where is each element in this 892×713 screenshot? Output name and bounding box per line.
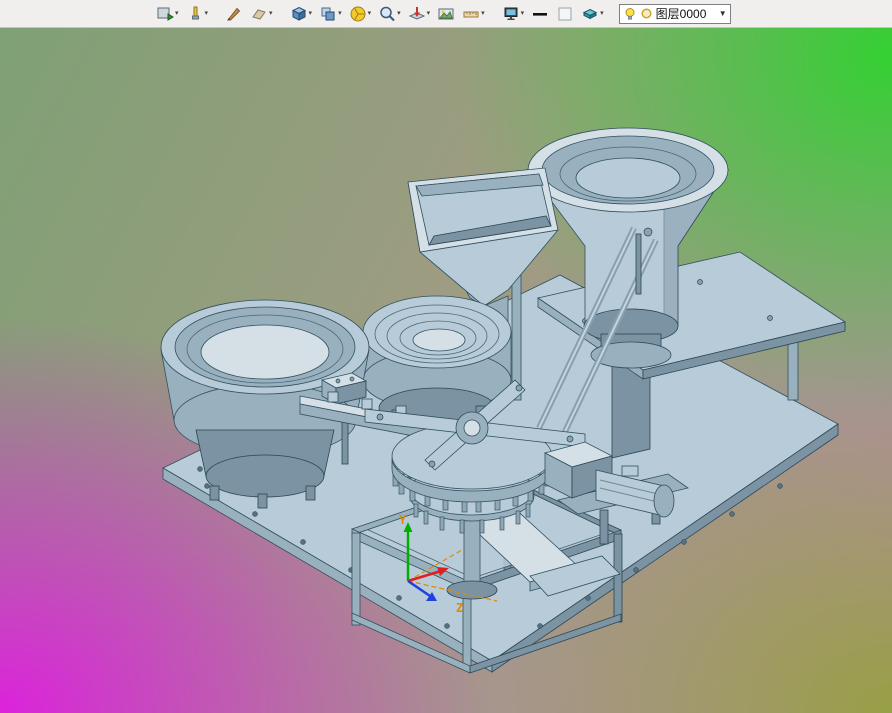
model-viewport[interactable]: Y Z: [0, 28, 892, 713]
shaded-cube-icon: [583, 8, 598, 19]
display-style-button[interactable]: ▾: [317, 3, 344, 25]
layer-color-icon: [641, 8, 652, 19]
assembly-machine-model[interactable]: Y Z: [0, 28, 892, 713]
blank-frame-icon: [558, 7, 572, 20]
dropdown-arrow-icon: ▾: [175, 10, 179, 17]
dropdown-arrow-icon: ▾: [520, 10, 525, 17]
light-settings-button[interactable]: ▾: [184, 3, 211, 25]
scene-background-button[interactable]: [435, 3, 457, 25]
thick-line-icon: [533, 12, 548, 16]
magnifier-icon: [380, 6, 395, 21]
light-settings-icon: [191, 6, 199, 19]
pencil-icon: [227, 7, 241, 20]
layer-visibility-bulb-icon: [625, 7, 635, 19]
section-view-button[interactable]: ▾: [406, 3, 433, 25]
layer-dropdown-arrow-icon[interactable]: ▼: [717, 9, 727, 18]
display-style-icon: [321, 7, 335, 20]
ruler-grid-icon: [463, 11, 479, 17]
y-axis-label: Y: [399, 513, 407, 527]
view-orientation-button[interactable]: ▾: [288, 3, 315, 25]
screen-display-button[interactable]: ▾: [500, 3, 527, 25]
layer-selector[interactable]: 图层0000 ▼: [618, 3, 731, 24]
render-appearance-button[interactable]: ▾: [347, 3, 374, 25]
toolbar-separator: [278, 13, 285, 14]
dropdown-arrow-icon: ▾: [426, 10, 431, 17]
section-arrow-icon: [408, 6, 425, 20]
material-swatch-button[interactable]: ▾: [248, 3, 275, 25]
dropdown-arrow-icon: ▾: [481, 10, 485, 17]
cad-window: ▾ ▾ ▾ ▾ ▾ ▾ ▾ ▾ ▾ ▾ ▾ 图层0000 ▼ Y Z: [0, 0, 892, 713]
shaded-display-button[interactable]: ▾: [579, 3, 606, 25]
view-cube-icon: [291, 6, 306, 21]
z-axis-label: Z: [456, 601, 463, 615]
blank-frame-button[interactable]: [554, 3, 576, 25]
dropdown-arrow-icon: ▾: [308, 10, 313, 17]
material-swatch-icon: [252, 8, 266, 20]
dropdown-arrow-icon: ▾: [600, 10, 604, 17]
edit-appearance-button[interactable]: [223, 3, 245, 25]
dropdown-arrow-icon: ▾: [338, 10, 342, 17]
toolbar-separator: [213, 13, 220, 14]
dropdown-arrow-icon: ▾: [367, 10, 372, 17]
scene-image-icon: [438, 8, 454, 19]
line-weight-button[interactable]: [529, 3, 551, 25]
pie-sphere-icon: [350, 6, 366, 21]
monitor-icon: [504, 7, 518, 20]
grid-settings-button[interactable]: ▾: [460, 3, 487, 25]
zoom-tools-button[interactable]: ▾: [376, 3, 403, 25]
capture-output-icon: [157, 7, 174, 21]
dropdown-arrow-icon: ▾: [269, 10, 273, 17]
capture-output-button[interactable]: ▾: [154, 3, 181, 25]
dropdown-arrow-icon: ▾: [397, 10, 401, 17]
view-toolbar: ▾ ▾ ▾ ▾ ▾ ▾ ▾ ▾ ▾ ▾ ▾ 图层0000 ▼: [0, 0, 892, 28]
dropdown-arrow-icon: ▾: [204, 10, 209, 17]
toolbar-separator: [490, 13, 497, 14]
layer-name: 图层0000: [655, 7, 707, 21]
